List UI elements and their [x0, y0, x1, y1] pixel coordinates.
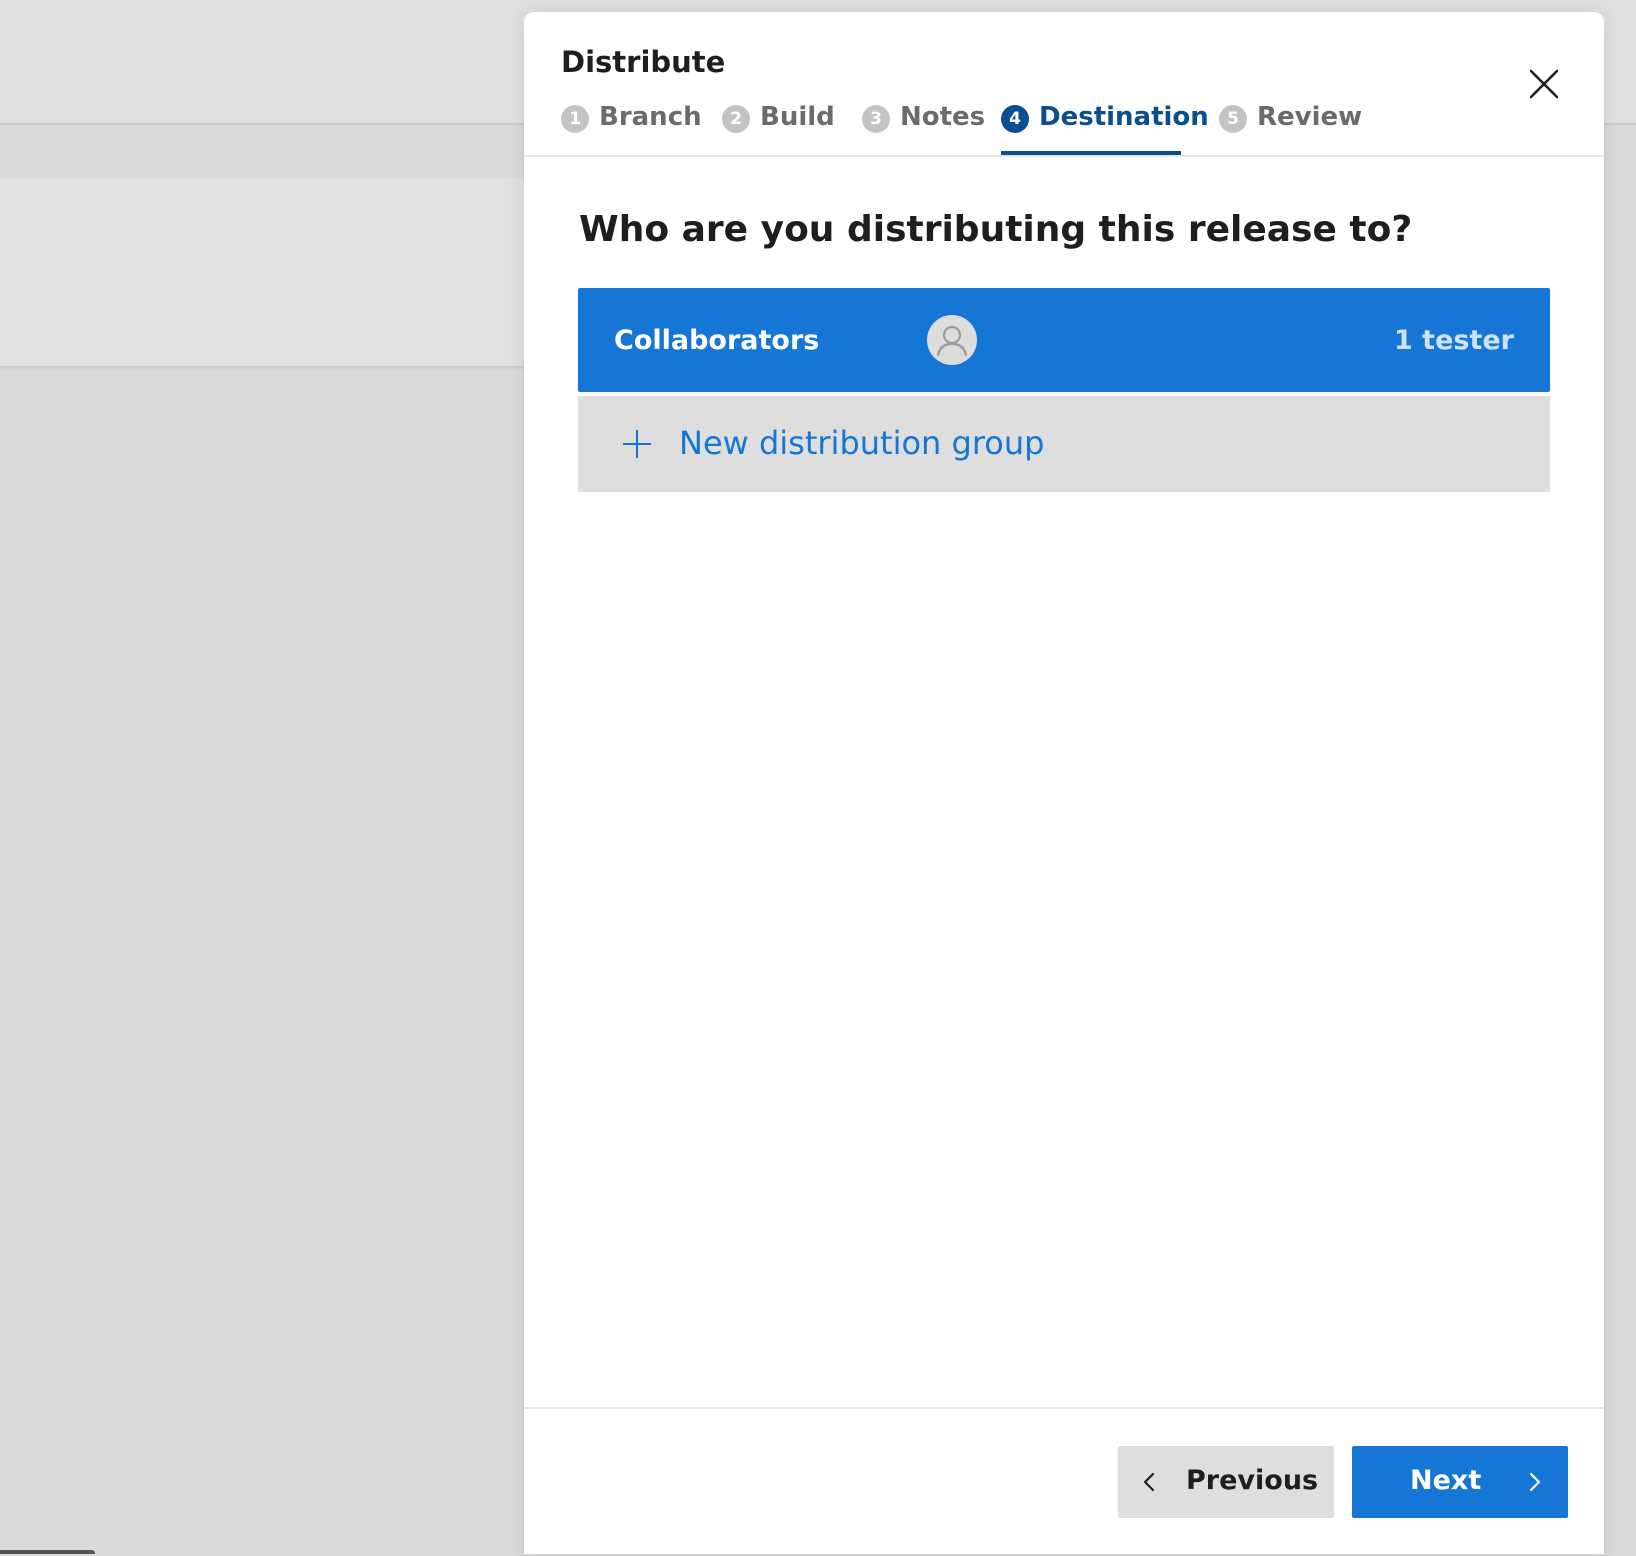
- tester-count: 1 tester: [1393, 325, 1514, 356]
- close-icon: [1529, 69, 1559, 99]
- step-number: 5: [1219, 105, 1247, 133]
- previous-label: Previous: [1186, 1465, 1319, 1496]
- next-button[interactable]: Next: [1352, 1446, 1568, 1518]
- group-name: Collaborators: [614, 325, 820, 356]
- group-row-collaborators[interactable]: Collaborators 1 tester: [578, 288, 1550, 392]
- step-label: Review: [1257, 102, 1363, 132]
- step-notes[interactable]: 3 Notes: [862, 88, 985, 155]
- background-corner: [0, 1550, 95, 1554]
- step-label: Notes: [900, 102, 986, 132]
- step-build[interactable]: 2 Build: [722, 88, 835, 155]
- modal-footer: Previous Next: [524, 1407, 1604, 1556]
- destination-question: Who are you distributing this release to…: [579, 209, 1413, 250]
- person-icon: [927, 315, 977, 365]
- new-group-label: New distribution group: [679, 424, 1045, 462]
- step-label: Build: [760, 102, 835, 132]
- step-label: Destination: [1039, 102, 1209, 132]
- background-panel: [0, 178, 530, 366]
- chevron-left-icon: [1138, 1470, 1162, 1494]
- step-label: Branch: [599, 102, 702, 132]
- previous-button[interactable]: Previous: [1118, 1446, 1334, 1518]
- modal-header: Distribute 1 Branch 2 Build 3 Notes 4 De…: [524, 12, 1604, 157]
- step-number: 1: [561, 105, 589, 133]
- modal-title: Distribute: [561, 45, 726, 79]
- new-distribution-group-button[interactable]: New distribution group: [578, 396, 1550, 492]
- close-button[interactable]: [1522, 62, 1566, 106]
- plus-icon: [622, 429, 652, 459]
- step-branch[interactable]: 1 Branch: [561, 88, 702, 155]
- distribute-modal: Distribute 1 Branch 2 Build 3 Notes 4 De…: [524, 12, 1604, 1554]
- chevron-right-icon: [1522, 1470, 1546, 1494]
- step-review[interactable]: 5 Review: [1219, 88, 1362, 155]
- step-number: 4: [1001, 105, 1029, 133]
- step-destination[interactable]: 4 Destination: [1001, 88, 1209, 155]
- next-label: Next: [1410, 1465, 1482, 1496]
- step-number: 2: [722, 105, 750, 133]
- step-number: 3: [862, 105, 890, 133]
